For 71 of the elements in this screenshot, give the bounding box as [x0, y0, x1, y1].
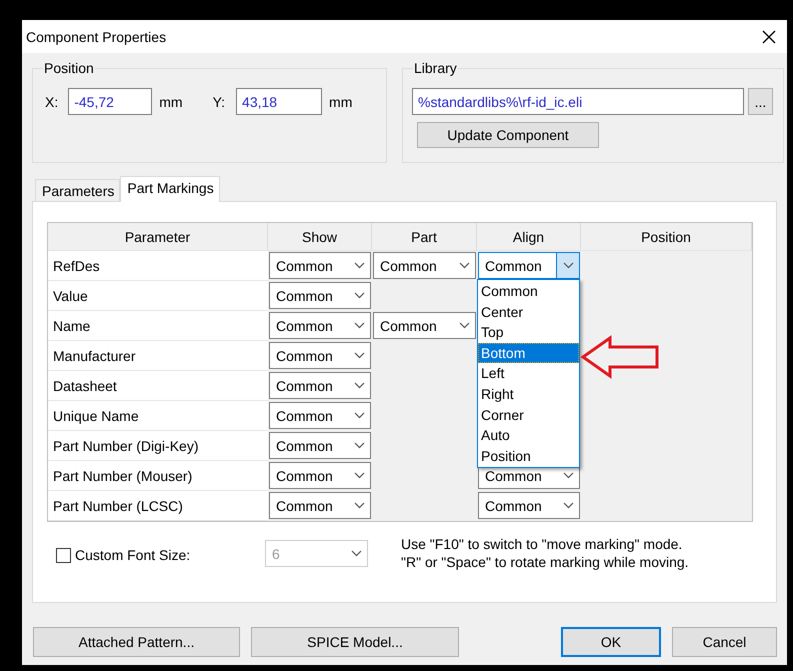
table-cell: Part Number (Mouser) [48, 461, 268, 491]
update-component-button[interactable]: Update Component [417, 122, 599, 148]
chevron-icon [354, 292, 364, 299]
hint-text: Use "F10" to switch to "move marking" mode. [401, 535, 684, 553]
show-dropdown[interactable]: Common [269, 402, 371, 429]
dialog-button[interactable]: Cancel [672, 627, 777, 657]
show-dropdown[interactable]: Common [269, 252, 371, 279]
column-header: Part [372, 223, 477, 251]
chevron-icon [458, 322, 470, 329]
show-dropdown[interactable]: Common [269, 372, 371, 399]
dropdown-option[interactable]: Top [478, 322, 579, 343]
chevron-icon [354, 382, 364, 389]
checkbox-label: Custom Font Size: [75, 547, 190, 563]
chevron-icon [354, 262, 364, 269]
dialog-button[interactable]: Attached Pattern... [33, 627, 240, 657]
column-header: Position [581, 223, 752, 251]
tab[interactable]: Parameters [35, 179, 120, 201]
table-cell: Value [48, 281, 268, 311]
browse-button[interactable]: ... [748, 88, 773, 115]
dropdown-option[interactable]: Corner [478, 404, 579, 426]
chevron-icon [354, 502, 364, 509]
chevron-icon [354, 322, 364, 329]
x-field[interactable]: -45,72 [68, 88, 152, 115]
table-cell: Part Number (LCSC) [48, 491, 268, 521]
column-header: Show [268, 223, 372, 251]
dialog-button[interactable]: OK [561, 627, 661, 657]
align-dropdown[interactable]: Common [478, 252, 580, 279]
window-title: Component Properties [26, 28, 168, 44]
column-header: Align [477, 223, 581, 251]
table-cell: Name [48, 311, 268, 341]
chevron-icon [562, 262, 574, 269]
tab[interactable]: Part Markings [120, 176, 220, 202]
chevron-icon [562, 502, 574, 509]
show-dropdown[interactable]: Common [269, 432, 371, 459]
table-cell: Manufacturer [48, 341, 268, 371]
show-dropdown[interactable]: Common [269, 282, 371, 309]
align-dropdown[interactable]: Common [478, 492, 580, 519]
table-cell: Datasheet [48, 371, 268, 401]
unit-label: mm [329, 94, 352, 110]
dialog-button[interactable]: SPICE Model... [251, 627, 459, 657]
table-cell: Part Number (Digi-Key) [48, 431, 268, 461]
show-dropdown[interactable]: Common [269, 342, 371, 369]
chevron-icon [354, 412, 364, 419]
dropdown-option[interactable]: Left [478, 363, 579, 384]
dropdown-option[interactable]: Bottom [478, 342, 579, 364]
part-dropdown[interactable]: Common [373, 252, 476, 279]
field-label: Y: [212, 94, 226, 110]
dropdown-option[interactable]: Auto [478, 425, 579, 446]
chevron-icon [562, 472, 574, 479]
chevron-icon [458, 262, 470, 269]
table-cell: Unique Name [48, 401, 268, 431]
dropdown-option[interactable]: Center [478, 302, 579, 322]
y-field[interactable]: 43,18 [236, 88, 322, 115]
hint-text: "R" or "Space" to rotate marking while moving. [401, 553, 689, 571]
table-cell: RefDes [48, 251, 268, 281]
show-dropdown[interactable]: Common [269, 462, 371, 489]
unit-label: mm [159, 94, 183, 110]
chevron-icon [350, 550, 362, 557]
group-label: Position [44, 60, 94, 76]
part-dropdown[interactable]: Common [373, 312, 476, 339]
show-dropdown[interactable]: Common [269, 312, 371, 339]
field-label: X: [45, 94, 58, 110]
group-label: Library [414, 60, 457, 76]
show-dropdown[interactable]: Common [269, 492, 371, 519]
chevron-icon [354, 442, 364, 449]
library-path-field[interactable]: %standardlibs%\rf-id_ic.eli [412, 88, 744, 115]
dropdown-option[interactable]: Right [478, 384, 579, 405]
dropdown-option[interactable]: Common [478, 281, 579, 302]
chevron-icon [354, 352, 364, 359]
chevron-icon [354, 472, 364, 479]
close-icon[interactable] [762, 30, 776, 44]
